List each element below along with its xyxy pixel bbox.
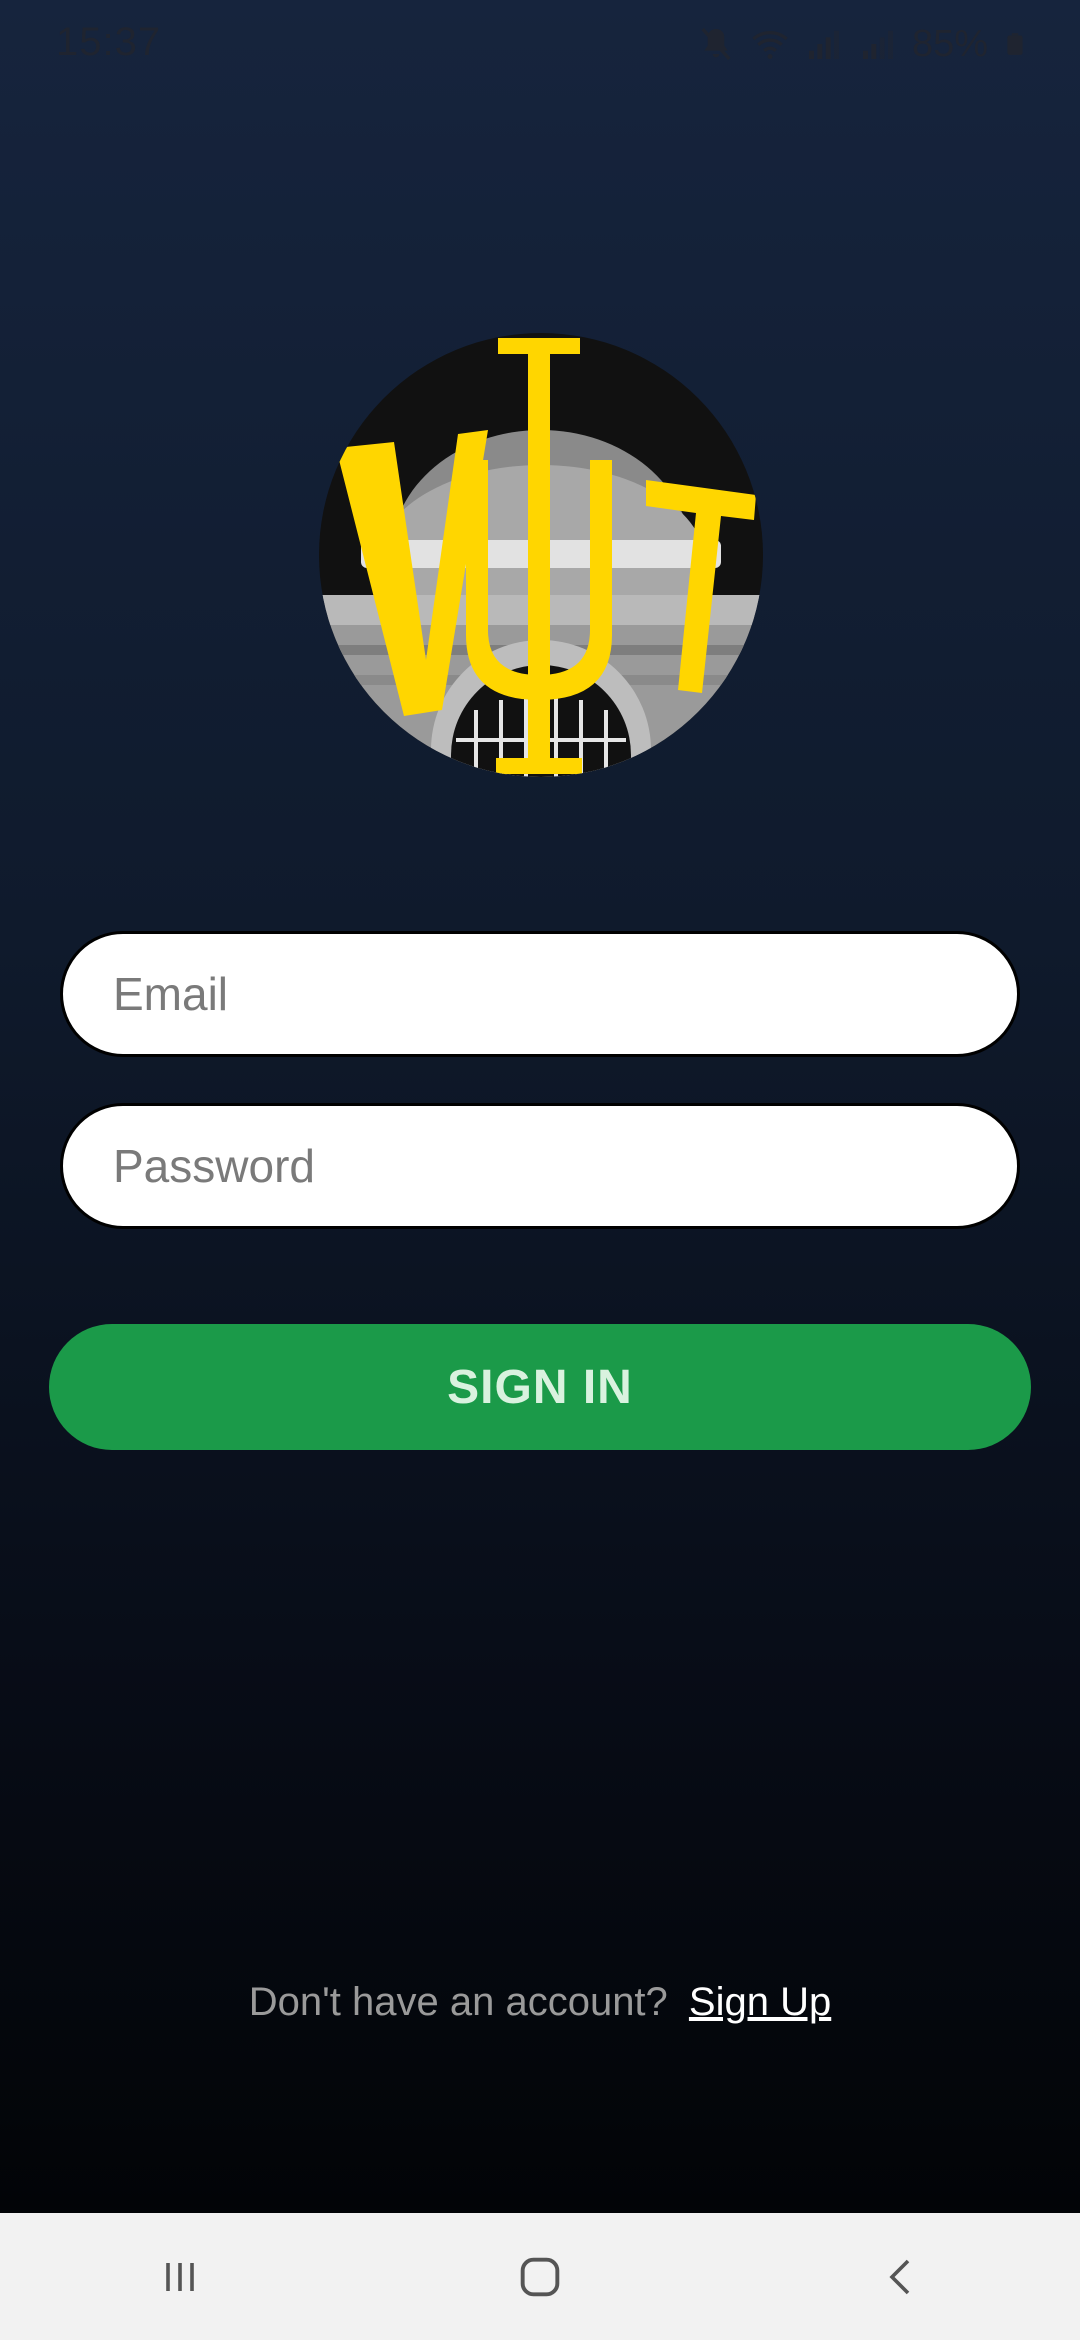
home-button[interactable]	[480, 2227, 600, 2327]
signal-icon	[808, 30, 839, 59]
signup-row: Don't have an account? Sign Up	[0, 1980, 1080, 2025]
wifi-icon	[752, 31, 788, 59]
signup-link[interactable]: Sign Up	[689, 1980, 831, 2024]
battery-icon	[1007, 33, 1023, 55]
status-time: 15:37	[56, 20, 162, 64]
signal-icon	[862, 30, 893, 59]
app-logo	[319, 333, 763, 777]
home-icon	[520, 2257, 560, 2296]
back-button[interactable]	[840, 2227, 960, 2327]
recent-apps-icon	[166, 2262, 194, 2291]
recent-apps-button[interactable]	[120, 2227, 240, 2327]
sign-in-button[interactable]: SIGN IN	[49, 1324, 1031, 1450]
signup-prompt: Don't have an account?	[248, 1980, 668, 2024]
navigation-bar	[0, 2213, 1080, 2340]
back-icon	[889, 2259, 910, 2294]
mute-icon	[701, 27, 731, 61]
status-icons: 85%	[696, 20, 1028, 68]
password-field[interactable]	[60, 1103, 1020, 1229]
login-screen: 15:37 85% Email SIGN IN Don't have an ac…	[0, 0, 1080, 2340]
email-field[interactable]	[60, 931, 1020, 1057]
status-bar: 15:37 85%	[0, 0, 1080, 88]
battery-percentage: 85%	[911, 22, 988, 65]
